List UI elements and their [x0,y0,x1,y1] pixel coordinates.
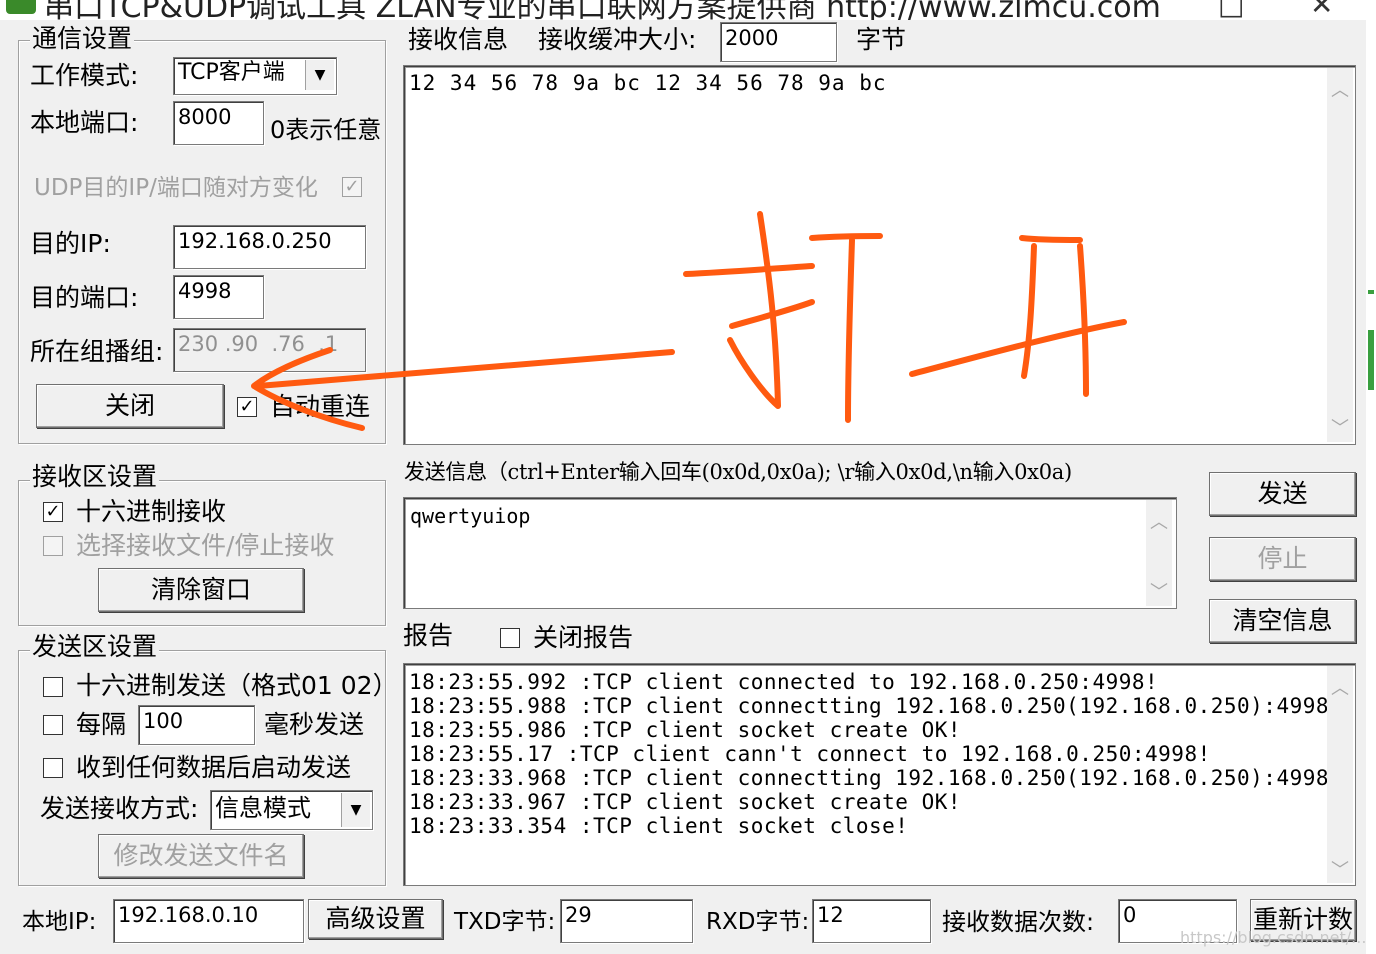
char-kai-stroke [1019,235,1083,243]
char-kai-stroke [909,319,1127,377]
char-da-stroke [683,263,815,277]
arrow-head [251,347,365,431]
annotation-strokes [251,211,1127,431]
char-da-stroke [845,237,855,423]
char-da-stroke [809,233,883,241]
char-kai-stroke [1077,243,1089,397]
arrow-shaft [255,349,675,389]
annotation-overlay [251,211,1127,431]
char-kai-stroke [1021,243,1037,379]
char-da-stroke [727,211,781,409]
